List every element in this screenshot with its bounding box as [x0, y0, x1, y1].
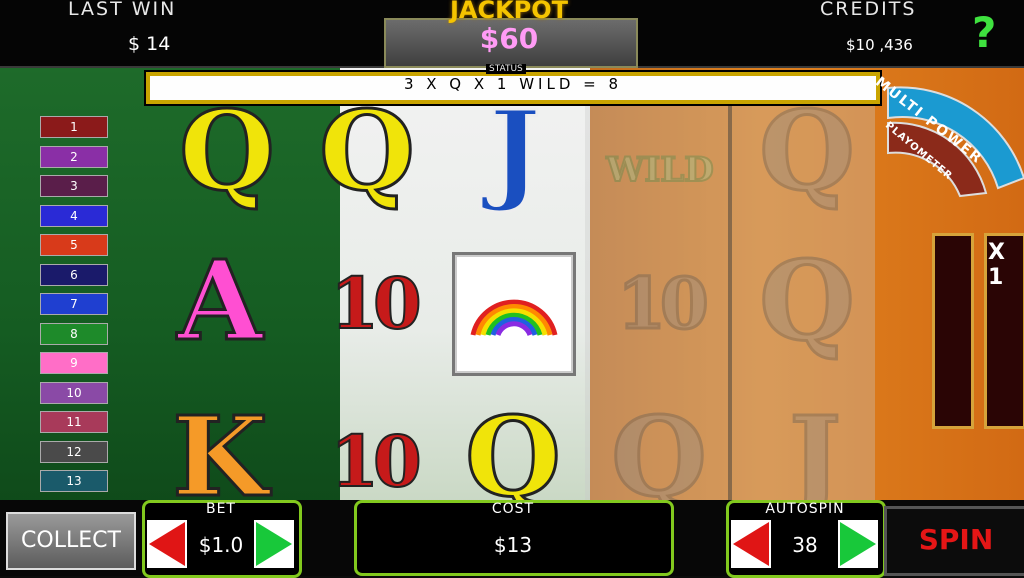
- payline-button-4[interactable]: 4: [40, 204, 108, 227]
- reel5-symbol-2: Q: [758, 235, 857, 367]
- bet-value: $1.0: [198, 533, 244, 557]
- bet-decrease-button[interactable]: [147, 520, 187, 568]
- arrow-right-icon: [256, 522, 292, 566]
- payline-button-13[interactable]: 13: [40, 470, 108, 492]
- arrow-left-icon: [149, 522, 185, 566]
- cost-label: COST: [491, 501, 535, 517]
- payline-button-6[interactable]: 6: [40, 263, 108, 286]
- reel1-symbol-1: Q: [178, 85, 277, 217]
- autospin-value: 38: [792, 533, 818, 557]
- payline-button-12[interactable]: 12: [40, 440, 108, 463]
- reel3-symbol-rainbow: [452, 252, 576, 376]
- bet-label: BET: [205, 501, 236, 517]
- cost-value: $13: [493, 533, 533, 557]
- last-win-label: LAST WIN: [68, 0, 177, 20]
- status-text: 3 X Q X 1 WILD = 8: [403, 75, 623, 93]
- jackpot-label: JACKPOT: [449, 0, 569, 24]
- bet-increase-button[interactable]: [254, 520, 294, 568]
- credits-label: CREDITS: [820, 0, 917, 20]
- reel2-symbol-3: 10: [329, 419, 422, 504]
- reel2-symbol-2: 10: [329, 261, 422, 346]
- rainbow-icon: [470, 299, 558, 337]
- autospin-increase-button[interactable]: [838, 520, 878, 568]
- payline-button-5[interactable]: 5: [40, 234, 108, 256]
- payline-button-7[interactable]: 7: [40, 293, 108, 315]
- reel1-symbol-2: A: [176, 235, 264, 367]
- arrow-left-icon: [733, 522, 769, 566]
- playometer-meter: [932, 233, 974, 429]
- autospin-decrease-button[interactable]: [731, 520, 771, 568]
- reel-separator: [728, 95, 732, 500]
- jackpot-value: $60: [479, 22, 539, 55]
- payline-button-9[interactable]: 9: [40, 352, 108, 374]
- payline-button-10[interactable]: 10: [40, 381, 108, 404]
- payline-button-2[interactable]: 2: [40, 145, 108, 168]
- autospin-label: AUTOSPIN: [765, 501, 845, 517]
- payline-button-8[interactable]: 8: [40, 322, 108, 345]
- reel5-symbol-1: Q: [758, 85, 857, 217]
- arrow-right-icon: [840, 522, 876, 566]
- reel2-symbol-1: Q: [318, 85, 417, 217]
- payline-button-1[interactable]: 1: [40, 116, 108, 138]
- collect-button[interactable]: COLLECT: [6, 512, 136, 570]
- reel4-symbol-1: WILD: [605, 149, 714, 191]
- payline-button-11[interactable]: 11: [40, 411, 108, 433]
- reel3-symbol-1: J: [487, 85, 542, 217]
- credits-value: $10 ,436: [846, 36, 913, 54]
- reel4-symbol-2: 10: [616, 261, 710, 347]
- spin-button[interactable]: SPIN: [884, 506, 1024, 576]
- multiplier-value: X 1: [988, 240, 1005, 290]
- payline-button-3[interactable]: 3: [40, 175, 108, 197]
- status-label: STATUS: [486, 64, 526, 74]
- last-win-value: $ 14: [128, 33, 171, 55]
- help-button[interactable]: ?: [972, 8, 996, 57]
